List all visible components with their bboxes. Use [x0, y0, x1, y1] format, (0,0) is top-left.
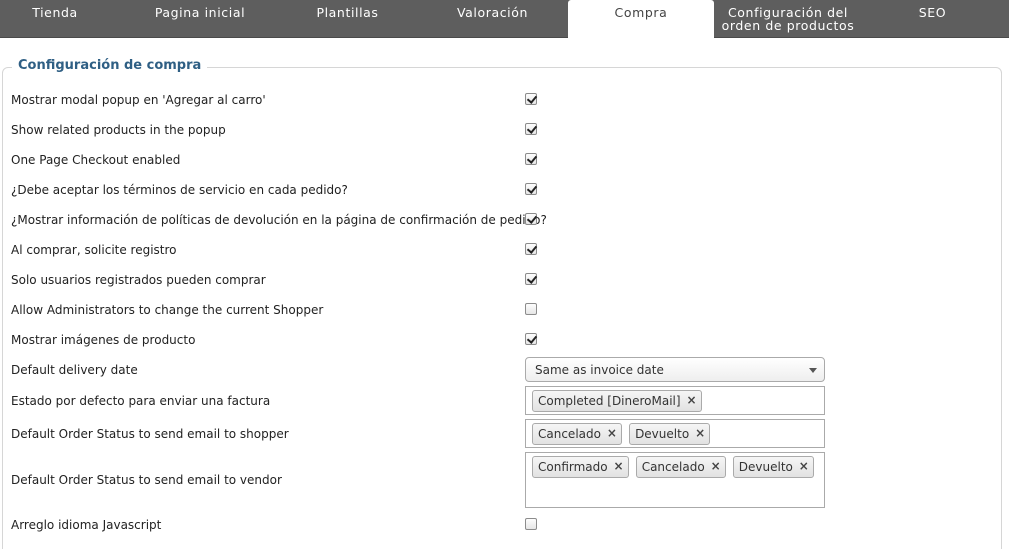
setting-label-return-policy: ¿Mostrar información de políticas de dev…	[11, 213, 547, 227]
remove-icon[interactable]: ×	[607, 426, 617, 440]
accept-tos-checkbox[interactable]	[525, 183, 537, 195]
tab-compra[interactable]: Compra	[568, 0, 714, 39]
status-chip: Cancelado ×	[532, 423, 622, 445]
modal-popup-checkbox[interactable]	[525, 93, 537, 105]
setting-label-related-products: Show related products in the popup	[11, 123, 226, 137]
chip-label: Devuelto	[738, 460, 793, 474]
js-language-fix-checkbox[interactable]	[525, 518, 537, 530]
status-chip: Devuelto ×	[629, 423, 711, 445]
vendor-status-label: Default Order Status to send email to ve…	[11, 473, 282, 487]
tab-plantillas[interactable]: Plantillas	[290, 0, 405, 38]
setting-label-modal-popup: Mostrar modal popup en 'Agregar al carro…	[11, 93, 266, 107]
chip-label: Confirmado	[538, 460, 608, 474]
setting-label-registered-only: Solo usuarios registrados pueden comprar	[11, 273, 266, 287]
tab-pagina-inicial[interactable]: Pagina inicial	[130, 0, 270, 38]
remove-icon[interactable]: ×	[614, 459, 624, 473]
tab-tienda[interactable]: Tienda	[0, 0, 110, 38]
section-title: Configuración de compra	[12, 58, 208, 73]
one-page-checkout-checkbox[interactable]	[525, 153, 537, 165]
remove-icon[interactable]: ×	[711, 459, 721, 473]
admin-change-shopper-checkbox[interactable]	[525, 303, 537, 315]
shopper-status-label: Default Order Status to send email to sh…	[11, 427, 289, 441]
tab-seo[interactable]: SEO	[870, 0, 995, 38]
delivery-date-value: Same as invoice date	[535, 363, 664, 377]
return-policy-checkbox[interactable]	[525, 213, 537, 225]
setting-label-one-page-checkout: One Page Checkout enabled	[11, 153, 181, 167]
tab-bar: Tienda Pagina inicial Plantillas Valorac…	[0, 0, 1009, 39]
chevron-down-icon	[809, 368, 817, 373]
related-products-checkbox[interactable]	[525, 123, 537, 135]
vendor-status-multiselect[interactable]: Confirmado × Cancelado × Devuelto ×	[525, 452, 825, 508]
setting-label-require-registration: Al comprar, solicite registro	[11, 243, 177, 257]
remove-icon[interactable]: ×	[799, 459, 809, 473]
shopper-status-multiselect[interactable]: Cancelado × Devuelto ×	[525, 419, 825, 448]
invoice-status-multiselect[interactable]: Completed [DineroMail] ×	[525, 386, 825, 415]
registered-only-checkbox[interactable]	[525, 273, 537, 285]
delivery-date-select[interactable]: Same as invoice date	[525, 357, 825, 382]
delivery-date-label: Default delivery date	[11, 363, 138, 377]
product-images-checkbox[interactable]	[525, 333, 537, 345]
setting-label-admin-change-shopper: Allow Administrators to change the curre…	[11, 303, 324, 317]
js-language-fix-label: Arreglo idioma Javascript	[11, 518, 162, 532]
tab-configuracion-orden[interactable]: Configuración del orden de productos	[718, 0, 858, 38]
setting-label-accept-tos: ¿Debe aceptar los términos de servicio e…	[11, 183, 348, 197]
setting-label-product-images: Mostrar imágenes de producto	[11, 333, 196, 347]
remove-icon[interactable]: ×	[695, 426, 705, 440]
status-chip: Confirmado ×	[532, 456, 629, 478]
remove-icon[interactable]: ×	[687, 393, 697, 407]
invoice-status-label: Estado por defecto para enviar una factu…	[11, 394, 271, 408]
chip-label: Cancelado	[538, 427, 601, 441]
chip-label: Completed [DineroMail]	[538, 394, 681, 408]
tab-valoracion[interactable]: Valoración	[425, 0, 560, 38]
require-registration-checkbox[interactable]	[525, 243, 537, 255]
status-chip: Cancelado ×	[635, 456, 726, 478]
chip-label: Cancelado	[641, 460, 705, 474]
status-chip: Completed [DineroMail] ×	[532, 390, 702, 412]
chip-label: Devuelto	[635, 427, 690, 441]
status-chip: Devuelto ×	[732, 456, 814, 478]
